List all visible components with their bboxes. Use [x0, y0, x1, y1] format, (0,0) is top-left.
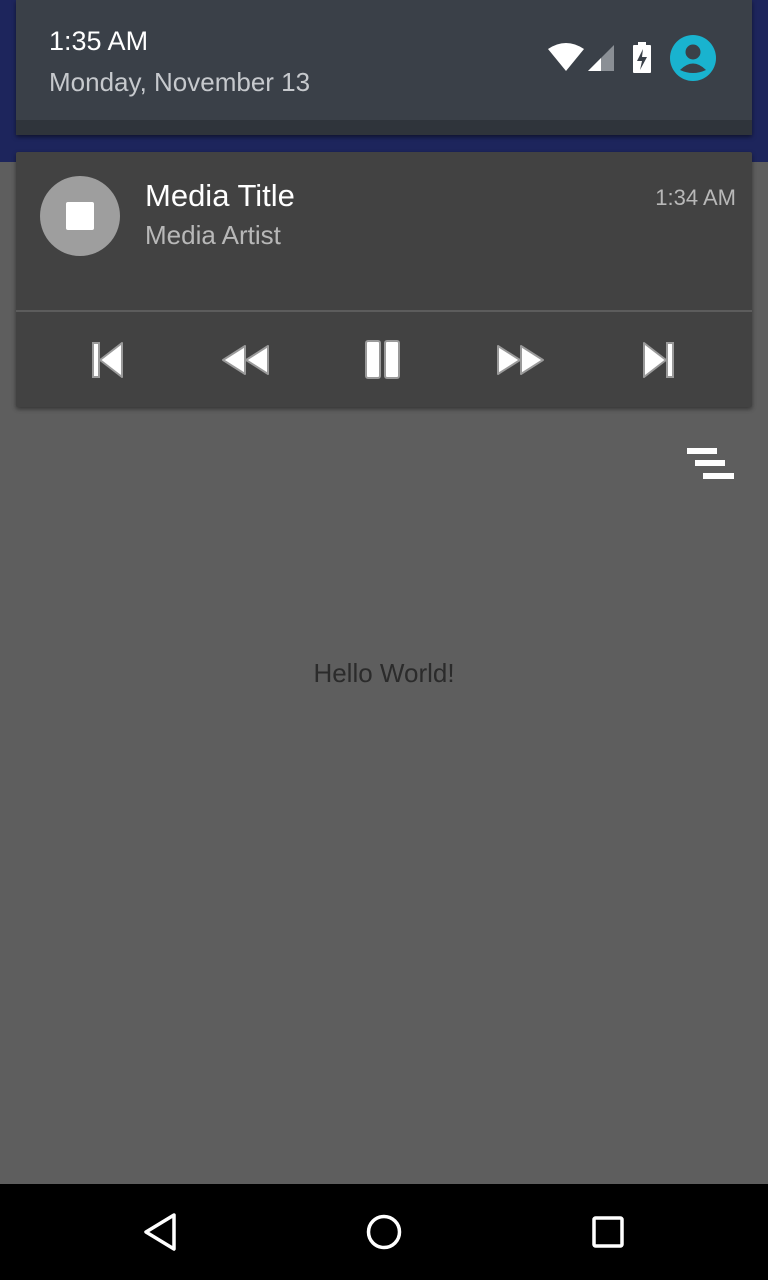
clear-all-notifications-icon[interactable]	[685, 446, 735, 482]
date-label[interactable]: Monday, November 13	[49, 67, 310, 98]
quick-settings-handle	[16, 120, 752, 135]
notification-time: 1:34 AM	[655, 185, 736, 210]
skip-previous-icon	[92, 342, 123, 378]
hello-world-text: Hello World!	[313, 658, 455, 688]
stop-icon	[66, 202, 94, 230]
clock-time: 1:35 AM	[49, 26, 149, 56]
media-title: Media Title	[145, 178, 295, 213]
quick-settings-header[interactable]: 1:35 AM Monday, November 13	[16, 0, 752, 135]
pause-icon	[365, 340, 400, 379]
back-button[interactable]	[132, 1208, 188, 1256]
home-icon	[366, 1214, 402, 1250]
pause-button[interactable]	[353, 332, 413, 388]
recents-icon	[592, 1216, 624, 1248]
back-icon	[144, 1213, 176, 1251]
navigation-bar	[0, 1184, 768, 1280]
media-notification[interactable]: Media Title Media Artist 1:34 AM	[16, 152, 752, 407]
status-icons	[536, 34, 716, 86]
skip-previous-button[interactable]	[78, 332, 138, 388]
wifi-icon	[548, 42, 584, 78]
rewind-icon	[222, 345, 269, 375]
skip-next-button[interactable]	[628, 332, 688, 388]
battery-charging-icon	[632, 41, 652, 79]
fast-forward-button[interactable]	[491, 332, 551, 388]
media-artist: Media Artist	[145, 220, 281, 250]
media-controls	[16, 312, 752, 407]
user-avatar-icon[interactable]	[670, 34, 716, 86]
recents-button[interactable]	[580, 1208, 636, 1256]
media-app-icon	[40, 176, 120, 256]
cell-signal-icon	[586, 43, 616, 78]
rewind-button[interactable]	[215, 332, 275, 388]
home-button[interactable]	[356, 1208, 412, 1256]
fast-forward-icon	[497, 345, 544, 375]
skip-next-icon	[643, 342, 674, 378]
